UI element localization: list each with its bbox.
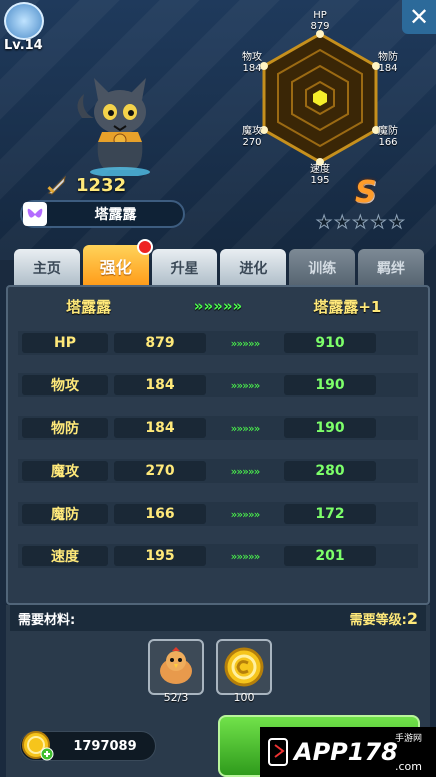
- gold-coin-icon: [224, 647, 264, 687]
- material-count: 100: [233, 691, 255, 704]
- tab-bond[interactable]: 羁绊: [358, 249, 424, 287]
- star-icon: ★: [388, 212, 405, 234]
- stat-row: 魔防 166 »»»»» 172: [18, 502, 418, 526]
- required-level: 需要等级:2: [349, 608, 418, 628]
- stat-name: HP: [22, 333, 108, 353]
- stat-current: 879: [114, 333, 206, 353]
- pet-sprite: [77, 78, 150, 176]
- power-display: 1232: [46, 174, 126, 196]
- stat-next: 910: [284, 333, 376, 353]
- radar-label-mdef: 魔防 166: [378, 126, 398, 148]
- chicken-icon: [160, 647, 192, 684]
- star-rating: ★ ★ ★ ★ ★: [315, 212, 405, 234]
- pet-name: 塔露露: [94, 207, 137, 223]
- stat-current: 195: [114, 546, 206, 566]
- current-name: 塔露露: [66, 297, 112, 316]
- star-icon: ★: [315, 212, 333, 234]
- watermark-sub: 手游网: [394, 734, 422, 744]
- stat-name: 速度: [22, 546, 108, 566]
- site-watermark: APP178 手游网 .com: [260, 727, 436, 777]
- pet-name-bar: 塔露露: [20, 200, 185, 228]
- arrow-icon: »»»»»: [193, 297, 243, 315]
- material-count: 52/3: [163, 691, 189, 704]
- stat-radar: HP 879 物防 184 魔防 166 速度 195 魔攻 270 物攻 184: [228, 6, 414, 190]
- watermark-brand: APP178: [294, 738, 398, 766]
- pet-grade: S: [355, 175, 377, 210]
- arrow-icon: »»»»»: [230, 336, 261, 350]
- stat-row: 速度 195 »»»»» 201: [18, 544, 418, 568]
- arrow-icon: »»»»»: [230, 378, 261, 392]
- radar-label-hp: HP 879: [310, 10, 330, 32]
- stat-next: 172: [284, 504, 376, 524]
- gold-coin-icon: [22, 731, 54, 761]
- arrow-icon: »»»»»: [230, 549, 261, 563]
- butterfly-icon: [23, 202, 47, 226]
- arrow-icon: »»»»»: [230, 507, 261, 521]
- sword-icon: [47, 175, 66, 195]
- arrow-icon: »»»»»: [230, 421, 261, 435]
- player-avatar[interactable]: [4, 2, 44, 40]
- enhance-panel: 塔露露 »»»»» 塔露露+1 HP 879 »»»»» 910 物攻 184 …: [6, 285, 430, 605]
- player-level: Lv.14: [4, 38, 43, 53]
- power-value: 1232: [76, 174, 127, 196]
- stat-next: 201: [284, 546, 376, 566]
- radar-chart: [260, 30, 380, 166]
- tab-train[interactable]: 训练: [289, 249, 356, 287]
- material-slot-chicken[interactable]: [148, 639, 204, 695]
- stat-name: 物防: [22, 418, 108, 438]
- stat-name: 魔攻: [22, 461, 108, 481]
- enhance-header: 塔露露 »»»»» 塔露露+1: [14, 293, 422, 319]
- stat-current: 166: [114, 504, 206, 524]
- phone-icon: [268, 738, 288, 766]
- materials-bar: 需要材料: 需要等级:2: [10, 605, 426, 631]
- radar-label-patk: 物攻 184: [242, 52, 262, 74]
- radar-label-matk: 魔攻 270: [242, 126, 262, 148]
- next-name: 塔露露+1: [313, 297, 382, 316]
- arrow-icon: »»»»»: [230, 464, 261, 478]
- tab-evolve[interactable]: 进化: [220, 249, 287, 287]
- stat-row: 物攻 184 »»»»» 190: [18, 373, 418, 397]
- stat-row: 物防 184 »»»»» 190: [18, 416, 418, 440]
- stat-row: HP 879 »»»»» 910: [18, 331, 418, 355]
- stat-next: 190: [284, 375, 376, 395]
- coin-value: 1797089: [73, 738, 137, 754]
- radar-label-pdef: 物防 184: [378, 52, 398, 74]
- coin-balance: 1797089: [20, 731, 156, 761]
- watermark-domain: .com: [395, 760, 422, 773]
- material-slot-gold[interactable]: [216, 639, 272, 695]
- stat-current: 184: [114, 418, 206, 438]
- stat-name: 物攻: [22, 375, 108, 395]
- star-icon: ★: [334, 212, 351, 234]
- star-icon: ★: [352, 212, 369, 234]
- stat-next: 280: [284, 461, 376, 481]
- tab-enhance[interactable]: 强化: [82, 239, 153, 287]
- stat-next: 190: [284, 418, 376, 438]
- star-icon: ★: [370, 212, 387, 234]
- stat-current: 270: [114, 461, 206, 481]
- tab-star-up[interactable]: 升星: [151, 249, 218, 287]
- stat-current: 184: [114, 375, 206, 395]
- tab-home[interactable]: 主页: [14, 249, 80, 287]
- radar-label-speed: 速度 195: [310, 164, 330, 186]
- tab-bar: 主页 强化 升星 进化 训练 羁绊: [14, 239, 424, 287]
- stat-row: 魔攻 270 »»»»» 280: [18, 459, 418, 483]
- notification-badge: [136, 239, 153, 255]
- materials-label: 需要材料:: [18, 612, 76, 628]
- stat-name: 魔防: [22, 504, 108, 524]
